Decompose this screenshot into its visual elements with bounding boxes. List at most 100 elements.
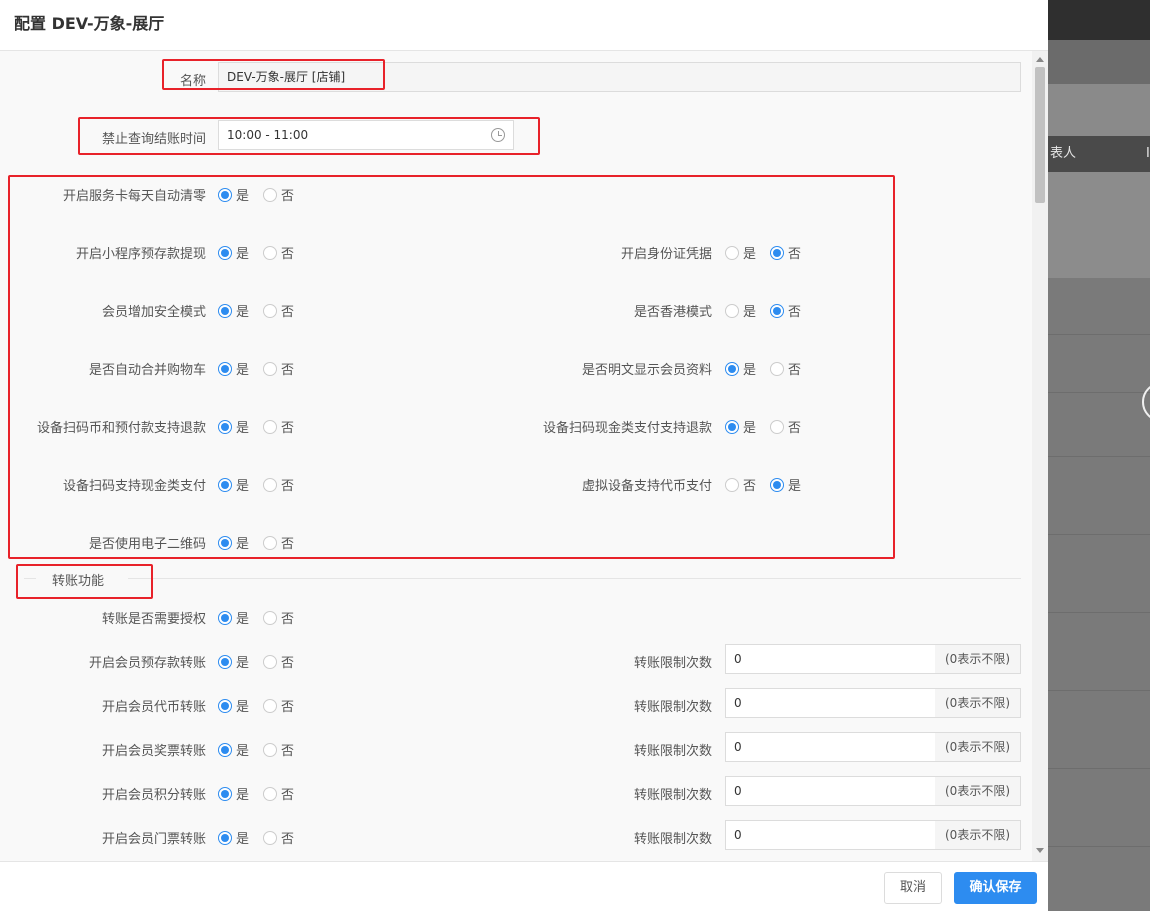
radio-yes[interactable]: 是 <box>218 185 249 204</box>
radio-icon <box>263 654 278 669</box>
radio-no[interactable]: 否 <box>770 301 801 320</box>
radio-no[interactable]: 否 <box>725 475 756 494</box>
radio-no[interactable]: 否 <box>770 359 801 378</box>
background-row-divider <box>1048 334 1150 335</box>
radio-icon <box>725 303 739 318</box>
radio-yes[interactable]: 是 <box>725 301 756 320</box>
radio-no[interactable]: 否 <box>770 243 801 262</box>
transfer-radio-group: 是 否 <box>218 696 308 715</box>
transfer-limit-label: 转账限制次数 <box>633 832 712 847</box>
modal-body: 名称 DEV-万象-展厅 [店铺] 禁止查询结账时间 10:00 - 11:00… <box>0 51 1048 861</box>
transfer-limit-addon: (0表示不限) <box>935 820 1021 850</box>
radio-yes[interactable]: 是 <box>218 608 249 627</box>
scroll-down-icon[interactable] <box>1036 848 1044 853</box>
radio-no[interactable]: 否 <box>263 608 294 627</box>
radio-icon <box>263 742 278 757</box>
radio-yes[interactable]: 是 <box>725 243 756 262</box>
radio-no[interactable]: 否 <box>263 243 294 262</box>
time-range-input[interactable]: 10:00 - 11:00 <box>218 120 514 150</box>
radio-no[interactable]: 否 <box>263 533 294 552</box>
radio-no[interactable]: 否 <box>263 740 294 759</box>
radio-yes[interactable]: 是 <box>218 828 249 847</box>
radio-icon <box>263 419 278 434</box>
radio-yes[interactable]: 是 <box>218 740 249 759</box>
radio-no[interactable]: 否 <box>263 696 294 715</box>
radio-icon <box>263 830 278 845</box>
setting-label: 开启小程序预存款提现 <box>75 247 206 262</box>
radio-icon <box>263 303 278 318</box>
radio-yes[interactable]: 是 <box>725 417 756 436</box>
vertical-scrollbar[interactable] <box>1032 51 1048 861</box>
radio-icon <box>770 245 785 260</box>
radio-yes[interactable]: 是 <box>218 301 249 320</box>
radio-yes[interactable]: 是 <box>218 359 249 378</box>
scroll-up-icon[interactable] <box>1036 57 1044 62</box>
setting-radio-group: 是 否 <box>218 243 308 262</box>
radio-no[interactable]: 否 <box>263 301 294 320</box>
radio-no[interactable]: 否 <box>263 359 294 378</box>
radio-no[interactable]: 否 <box>770 417 801 436</box>
radio-no[interactable]: 否 <box>263 475 294 494</box>
transfer-label: 开启会员积分转账 <box>101 788 206 803</box>
transfer-limit-input[interactable]: 0 <box>725 688 936 718</box>
background-row-divider <box>1048 612 1150 613</box>
background-row-divider <box>1048 456 1150 457</box>
radio-no[interactable]: 否 <box>263 417 294 436</box>
radio-yes[interactable]: 是 <box>725 359 756 378</box>
transfer-limit-addon: (0表示不限) <box>935 776 1021 806</box>
radio-icon <box>263 477 278 492</box>
setting-radio-group: 是 否 <box>218 359 308 378</box>
name-field[interactable]: DEV-万象-展厅 [店铺] <box>218 62 1021 92</box>
cancel-button[interactable]: 取消 <box>884 872 942 904</box>
transfer-radio-group: 是 否 <box>218 652 308 671</box>
radio-no[interactable]: 否 <box>263 828 294 847</box>
radio-icon <box>218 477 232 492</box>
radio-icon <box>725 361 739 376</box>
transfer-radio-group: 是 否 <box>218 740 308 759</box>
radio-no[interactable]: 否 <box>263 185 294 204</box>
radio-yes[interactable]: 是 <box>218 533 249 552</box>
radio-icon <box>770 303 785 318</box>
background-topbar <box>1048 0 1150 40</box>
background-row-divider <box>1048 690 1150 691</box>
transfer-limit-input[interactable]: 0 <box>725 820 936 850</box>
transfer-radio-group: 是 否 <box>218 828 308 847</box>
radio-yes[interactable]: 是 <box>218 696 249 715</box>
radio-yes[interactable]: 是 <box>218 475 249 494</box>
setting-radio-group: 否 是 <box>725 475 815 494</box>
radio-icon <box>218 610 232 625</box>
setting-label: 是否使用电子二维码 <box>88 537 206 552</box>
background-app: 表人 I <box>1048 0 1150 911</box>
radio-no[interactable]: 否 <box>263 784 294 803</box>
radio-icon <box>770 419 785 434</box>
radio-yes[interactable]: 是 <box>770 475 801 494</box>
scroll-thumb[interactable] <box>1035 67 1045 203</box>
transfer-limit-input[interactable]: 0 <box>725 644 936 674</box>
clock-icon[interactable] <box>491 128 505 142</box>
radio-yes[interactable]: 是 <box>218 243 249 262</box>
transfer-limit-label: 转账限制次数 <box>633 700 712 715</box>
setting-radio-group: 是 否 <box>725 301 815 320</box>
radio-icon <box>263 361 278 376</box>
transfer-limit-input[interactable]: 0 <box>725 776 936 806</box>
modal-footer: 取消 确认保存 <box>0 861 1048 911</box>
transfer-limit-addon: (0表示不限) <box>935 688 1021 718</box>
modal-title: 配置 DEV-万象-展厅 <box>0 0 1048 51</box>
radio-yes[interactable]: 是 <box>218 417 249 436</box>
radio-icon <box>263 610 278 625</box>
radio-icon <box>725 419 739 434</box>
transfer-limit-addon: (0表示不限) <box>935 732 1021 762</box>
background-row-divider <box>1048 846 1150 847</box>
radio-yes[interactable]: 是 <box>218 784 249 803</box>
save-button[interactable]: 确认保存 <box>954 872 1037 904</box>
setting-label: 设备扫码币和预付款支持退款 <box>36 421 206 436</box>
transfer-limit-input[interactable]: 0 <box>725 732 936 762</box>
radio-icon <box>263 698 278 713</box>
transfer-limit-label: 转账限制次数 <box>633 656 712 671</box>
radio-yes[interactable]: 是 <box>218 652 249 671</box>
setting-radio-group: 是 否 <box>218 301 308 320</box>
radio-no[interactable]: 否 <box>263 652 294 671</box>
section-divider <box>128 578 1021 579</box>
setting-radio-group: 是 否 <box>725 417 815 436</box>
transfer-limit-label: 转账限制次数 <box>633 744 712 759</box>
